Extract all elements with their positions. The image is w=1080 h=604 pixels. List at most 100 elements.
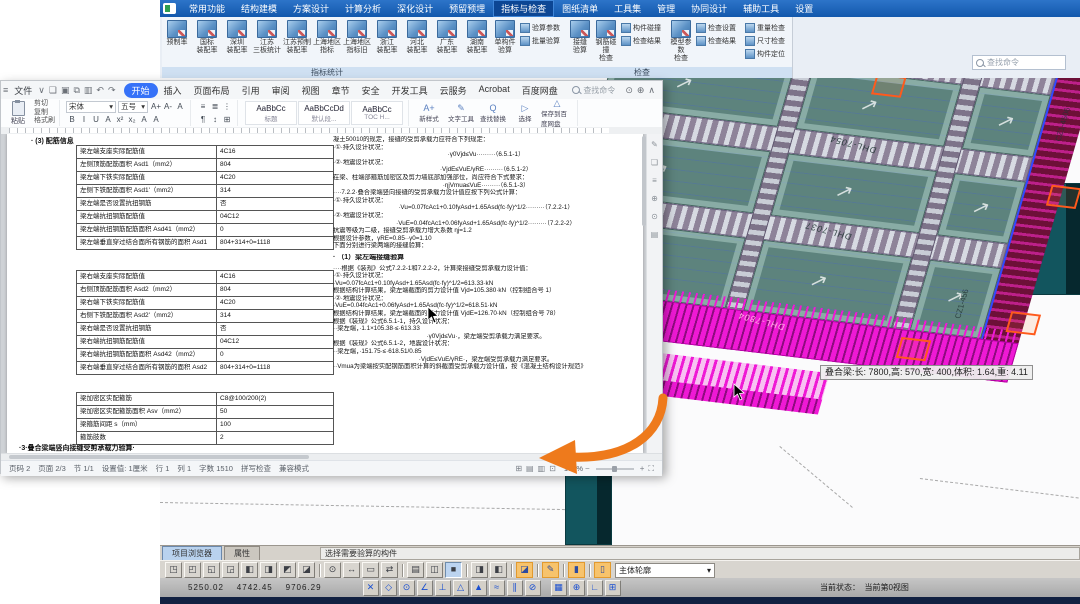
font-color-button[interactable]: A — [151, 115, 161, 124]
text-tools-button[interactable]: ✎文字工具 — [445, 103, 477, 123]
view-top-icon[interactable]: ◧ — [241, 562, 258, 578]
superscript-button[interactable]: x² — [115, 115, 125, 124]
strike-button[interactable]: A — [103, 115, 113, 124]
status-icon[interactable]: ⊙ — [625, 85, 633, 96]
bim-ribbon-tab[interactable]: 计算分析 — [337, 0, 389, 17]
line-spacing-button[interactable]: ↕ — [210, 115, 220, 124]
word-ribbon-tab[interactable]: 开始 — [124, 83, 158, 98]
word-ribbon-tab[interactable]: 审阅 — [266, 83, 296, 98]
snap-intersection-icon[interactable]: ∠ — [417, 580, 433, 596]
add-panel-icon[interactable]: ⊕ — [651, 194, 658, 203]
select-button[interactable]: ▷选择 — [509, 103, 541, 123]
pan-icon[interactable]: ↔ — [343, 562, 360, 578]
bullet-list-button[interactable]: ≡ — [198, 102, 208, 111]
panel-tab[interactable]: 属性 — [224, 546, 260, 561]
word-ribbon-tab[interactable]: 百度网盘 — [516, 83, 564, 98]
preview-icon[interactable]: ▥ — [84, 85, 93, 96]
align-button[interactable]: ¶ — [198, 115, 208, 124]
view-right-icon[interactable]: ◪ — [298, 562, 315, 578]
style-gallery-item[interactable]: AaBbCc标题 — [245, 101, 297, 125]
word-ribbon-tab[interactable]: 开发工具 — [386, 83, 434, 98]
view-iso-sw-icon[interactable]: ◰ — [184, 562, 201, 578]
edit-panel-icon[interactable]: ✎ — [651, 140, 658, 149]
word-ribbon-tab[interactable]: Acrobat — [473, 83, 516, 98]
command-search-input[interactable]: 查找命令 — [972, 55, 1066, 70]
new-style-button[interactable]: A+新样式 — [413, 103, 445, 123]
check-small-button[interactable]: 检查结果 — [621, 34, 666, 47]
bim-ribbon-tab[interactable]: 深化设计 — [389, 0, 441, 17]
style-gallery-item[interactable]: AaBbCcDd默认段... — [298, 101, 350, 125]
style-gallery-item[interactable]: AaBbCcTOC H... — [351, 101, 403, 125]
show-outline-icon[interactable]: ▯ — [594, 562, 611, 578]
view-iso-se-icon[interactable]: ◳ — [165, 562, 182, 578]
bim-ribbon-tab[interactable]: 图纸清单 — [554, 0, 606, 17]
collapse-ribbon-icon[interactable]: ∧ — [648, 85, 655, 96]
indicator-stat-button[interactable]: 广东装配率 — [432, 18, 462, 55]
check-small-button[interactable]: 验算参数 — [520, 21, 565, 34]
page-view-icon[interactable]: ▤ — [526, 464, 534, 473]
indicator-stat-button[interactable]: 上海地区指标旧 — [342, 18, 372, 55]
font-size-combo[interactable]: 五号▾ — [118, 101, 148, 113]
number-list-button[interactable]: ≣ — [210, 102, 220, 111]
column-marker-box[interactable] — [1046, 185, 1080, 209]
zoom-previous-icon[interactable]: ⇄ — [381, 562, 398, 578]
bim-ribbon-tab[interactable]: 辅助工具 — [735, 0, 787, 17]
undo-icon[interactable]: ↶ — [96, 85, 104, 96]
word-ribbon-tab[interactable]: 章节 — [326, 83, 356, 98]
help-icon[interactable]: ⊕ — [637, 85, 645, 96]
bim-ribbon-tab[interactable]: 预留预埋 — [441, 0, 493, 17]
subscript-button[interactable]: x₂ — [127, 115, 137, 124]
indicator-stat-button[interactable]: 湖南装配率 — [462, 18, 492, 55]
zoom-window-icon[interactable]: ▭ — [362, 562, 379, 578]
clipboard-small-button[interactable]: 复制 — [34, 109, 55, 118]
redo-icon[interactable]: ↷ — [108, 85, 116, 96]
text-effects-button[interactable]: A — [175, 102, 185, 111]
font-name-combo[interactable]: 宋体▾ — [66, 101, 116, 113]
panel-tab[interactable]: 项目浏览器 — [162, 546, 222, 561]
comment-panel-icon[interactable]: ❏ — [651, 158, 658, 167]
bim-ribbon-tab[interactable]: 设置 — [787, 0, 821, 17]
show-column-icon[interactable]: ▮ — [568, 562, 585, 578]
clipboard-small-button[interactable]: 剪切 — [34, 100, 55, 109]
view-iso-nw-icon[interactable]: ◲ — [222, 562, 239, 578]
underline-button[interactable]: U — [91, 115, 101, 124]
column-marker-box[interactable] — [1005, 311, 1041, 335]
bim-ribbon-tab[interactable]: 管理 — [649, 0, 683, 17]
check-big-button[interactable]: 接缝验算 — [567, 18, 593, 55]
word-ribbon-tab[interactable]: 插入 — [158, 83, 188, 98]
highlight-button[interactable]: A — [139, 115, 149, 124]
print-icon[interactable]: ⧉ — [73, 85, 79, 96]
word-ribbon-tab[interactable]: 引用 — [236, 83, 266, 98]
bim-ribbon-tab[interactable]: 结构建模 — [233, 0, 285, 17]
shrink-font-button[interactable]: A- — [163, 102, 173, 111]
view-style-dropdown[interactable]: 主体轮廓▾ — [615, 563, 715, 578]
bim-ribbon-tab[interactable]: 常用功能 — [181, 0, 233, 17]
wireframe-mode-icon[interactable]: ▤ — [407, 562, 424, 578]
check-small-button[interactable]: 检查设置 — [696, 21, 741, 34]
indicator-stat-button[interactable]: 江苏预制装配率 — [282, 18, 312, 55]
snap-perpendicular-icon[interactable]: ⊥ — [435, 580, 451, 596]
bim-ribbon-tab[interactable]: 工具集 — [606, 0, 649, 17]
indicator-stat-button[interactable]: 江苏三板统计 — [252, 18, 282, 55]
clip-view-icon[interactable]: ◧ — [490, 562, 507, 578]
check-small-button[interactable]: 构件定位 — [745, 47, 790, 60]
indicator-stat-button[interactable]: 预制率 — [162, 18, 192, 47]
find-replace-button[interactable]: Q查找替换 — [477, 103, 509, 123]
check-big-button[interactable]: 单构件验算 — [492, 18, 518, 55]
chevron-down-icon[interactable]: ∨ — [38, 85, 45, 96]
grid-display-icon[interactable]: ▦ — [551, 580, 567, 596]
snap-parallel-icon[interactable]: ∥ — [507, 580, 523, 596]
bold-button[interactable]: B — [67, 115, 77, 124]
save-icon[interactable]: ▣ — [61, 85, 70, 96]
section-view-icon[interactable]: ◨ — [471, 562, 488, 578]
find-command-box[interactable]: 查找命令 — [572, 85, 615, 96]
check-big-button[interactable]: 钢筋碰撞检查 — [593, 18, 619, 63]
paint-components-icon[interactable]: ✎ — [542, 562, 559, 578]
check-big-button[interactable]: 模型参数检查 — [668, 18, 694, 63]
indicator-stat-button[interactable]: 国标装配率 — [192, 18, 222, 55]
indicator-stat-button[interactable]: 深圳装配率 — [222, 18, 252, 55]
hidden-line-mode-icon[interactable]: ◫ — [426, 562, 443, 578]
info-panel-icon[interactable]: ⊙ — [651, 212, 658, 221]
italic-button[interactable]: I — [79, 115, 89, 124]
read-mode-icon[interactable]: ⊞ — [515, 464, 522, 473]
